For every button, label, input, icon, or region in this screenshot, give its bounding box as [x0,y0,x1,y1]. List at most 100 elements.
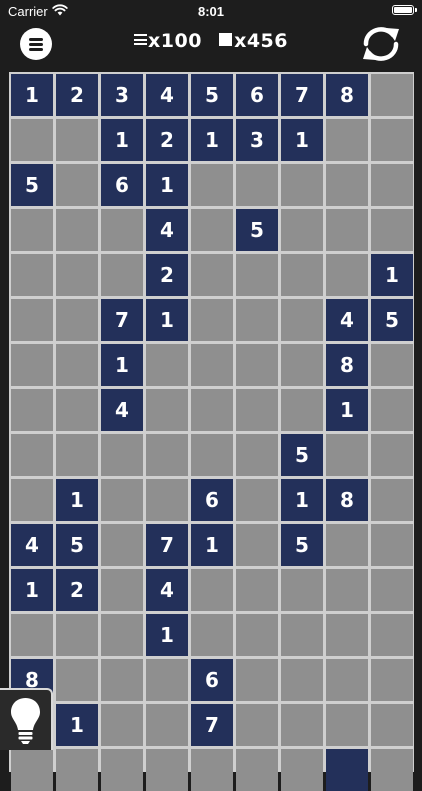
empty-cell[interactable] [326,119,368,161]
empty-cell[interactable] [56,434,98,476]
empty-cell[interactable] [11,749,53,791]
empty-cell[interactable] [236,704,278,746]
empty-cell[interactable] [326,569,368,611]
empty-cell[interactable] [371,74,413,116]
empty-cell[interactable] [281,614,323,656]
empty-cell[interactable] [11,434,53,476]
empty-cell[interactable] [191,254,233,296]
number-block[interactable]: 4 [146,209,188,251]
empty-cell[interactable] [236,479,278,521]
empty-cell[interactable] [281,704,323,746]
empty-cell[interactable] [101,479,143,521]
empty-cell[interactable] [236,344,278,386]
empty-cell[interactable] [146,749,188,791]
empty-cell[interactable] [56,119,98,161]
empty-cell[interactable] [326,254,368,296]
empty-cell[interactable] [371,749,413,791]
empty-cell[interactable] [281,569,323,611]
empty-cell[interactable] [191,299,233,341]
empty-cell[interactable] [101,659,143,701]
number-block[interactable]: 5 [236,209,278,251]
empty-cell[interactable] [101,254,143,296]
empty-cell[interactable] [191,389,233,431]
empty-cell[interactable] [191,749,233,791]
number-block[interactable]: 6 [191,659,233,701]
empty-cell[interactable] [146,479,188,521]
empty-cell[interactable] [101,749,143,791]
empty-cell[interactable] [11,299,53,341]
empty-cell[interactable] [371,704,413,746]
number-block[interactable]: 7 [191,704,233,746]
empty-cell[interactable] [191,434,233,476]
number-block[interactable]: 5 [281,434,323,476]
number-block[interactable]: 2 [56,74,98,116]
empty-cell[interactable] [281,254,323,296]
empty-cell[interactable] [371,569,413,611]
number-block[interactable]: 4 [146,74,188,116]
empty-cell[interactable] [101,524,143,566]
number-block[interactable]: 1 [101,344,143,386]
empty-cell[interactable] [56,254,98,296]
empty-cell[interactable] [326,659,368,701]
empty-cell[interactable] [236,434,278,476]
empty-cell[interactable] [281,659,323,701]
number-block[interactable]: 6 [101,164,143,206]
empty-cell[interactable] [146,659,188,701]
empty-cell[interactable] [281,389,323,431]
number-block[interactable]: 4 [11,524,53,566]
empty-cell[interactable] [326,704,368,746]
empty-cell[interactable] [146,704,188,746]
number-block[interactable]: 1 [56,479,98,521]
number-block[interactable]: 1 [191,119,233,161]
hint-button[interactable] [0,688,53,750]
number-block[interactable]: 1 [101,119,143,161]
empty-cell[interactable] [371,119,413,161]
number-block[interactable]: 1 [146,614,188,656]
empty-cell[interactable] [236,659,278,701]
empty-cell[interactable] [371,479,413,521]
empty-cell[interactable] [281,209,323,251]
number-block[interactable]: 5 [281,524,323,566]
empty-cell[interactable] [101,614,143,656]
empty-cell[interactable] [56,209,98,251]
number-block[interactable]: 4 [146,569,188,611]
number-block[interactable]: 1 [281,479,323,521]
empty-cell[interactable] [236,164,278,206]
empty-cell[interactable] [11,209,53,251]
number-block[interactable]: 1 [146,164,188,206]
empty-cell[interactable] [56,614,98,656]
empty-cell[interactable] [56,344,98,386]
empty-cell[interactable] [236,254,278,296]
number-block[interactable]: 7 [146,524,188,566]
empty-cell[interactable] [236,299,278,341]
number-block[interactable]: 3 [101,74,143,116]
number-block[interactable]: 1 [281,119,323,161]
number-block[interactable]: 2 [146,119,188,161]
number-block[interactable]: 4 [326,299,368,341]
empty-cell[interactable] [191,614,233,656]
number-block[interactable]: 7 [281,74,323,116]
number-block[interactable]: 1 [326,389,368,431]
empty-cell[interactable] [326,614,368,656]
number-block[interactable]: 6 [236,74,278,116]
number-block[interactable]: 5 [56,524,98,566]
number-block[interactable]: 3 [236,119,278,161]
empty-cell[interactable] [371,209,413,251]
number-block[interactable]: 1 [11,74,53,116]
empty-cell[interactable] [191,164,233,206]
empty-cell[interactable] [236,749,278,791]
empty-cell[interactable] [11,389,53,431]
number-block[interactable]: 1 [371,254,413,296]
empty-cell[interactable] [371,389,413,431]
empty-cell[interactable] [326,434,368,476]
number-block[interactable]: 2 [56,569,98,611]
number-block[interactable]: 6 [191,479,233,521]
empty-cell[interactable] [371,344,413,386]
empty-cell[interactable] [11,344,53,386]
empty-cell[interactable] [11,119,53,161]
empty-cell[interactable] [101,434,143,476]
number-block[interactable]: 1 [191,524,233,566]
empty-cell[interactable] [56,299,98,341]
empty-cell[interactable] [281,299,323,341]
empty-cell[interactable] [326,209,368,251]
